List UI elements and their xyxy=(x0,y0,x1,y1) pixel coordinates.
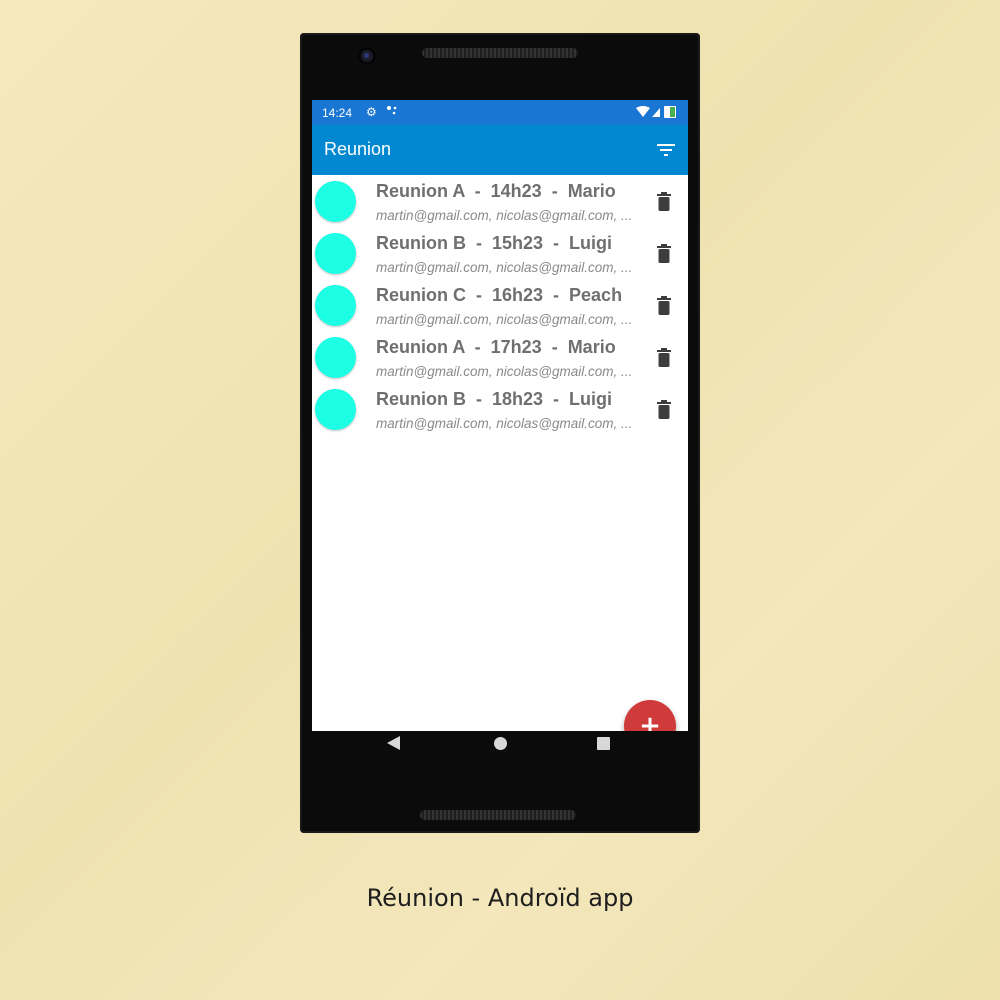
status-indicators xyxy=(634,105,680,120)
navigation-bar xyxy=(312,731,688,757)
list-item[interactable]: Reunion A - 17h23 - Mario martin@gmail.c… xyxy=(312,331,688,383)
list-item[interactable]: Reunion C - 16h23 - Peach martin@gmail.c… xyxy=(312,279,688,331)
meeting-title: Reunion B - 18h23 - Luigi xyxy=(376,389,613,409)
recent-apps-icon[interactable] xyxy=(597,737,610,750)
trash-icon xyxy=(657,400,671,419)
trash-icon xyxy=(657,244,671,263)
signal-icon xyxy=(652,108,660,117)
status-time: 14:24 xyxy=(322,106,353,120)
meeting-title: Reunion A - 17h23 - Mario xyxy=(376,337,616,357)
dots-icon xyxy=(386,104,398,119)
app-bar: Reunion xyxy=(312,125,688,175)
trash-icon xyxy=(657,296,671,315)
meeting-participants: martin@gmail.com, nicolas@gmail.com, ... xyxy=(376,260,633,275)
delete-button[interactable] xyxy=(656,244,672,264)
avatar xyxy=(315,181,356,222)
back-icon[interactable] xyxy=(387,736,400,750)
list-item[interactable]: Reunion A - 14h23 - Mario martin@gmail.c… xyxy=(312,175,688,227)
meeting-title: Reunion A - 14h23 - Mario xyxy=(376,181,616,201)
trash-icon xyxy=(657,192,671,211)
delete-button[interactable] xyxy=(656,192,672,212)
caption: Réunion - Androïd app xyxy=(366,884,634,912)
meeting-participants: martin@gmail.com, nicolas@gmail.com, ... xyxy=(376,416,633,431)
avatar xyxy=(315,233,356,274)
settings-icon: ⚙ xyxy=(366,105,377,119)
list-item[interactable]: Reunion B - 18h23 - Luigi martin@gmail.c… xyxy=(312,383,688,435)
list-item[interactable]: Reunion B - 15h23 - Luigi martin@gmail.c… xyxy=(312,227,688,279)
top-speaker xyxy=(422,48,578,58)
meeting-title: Reunion C - 16h23 - Peach xyxy=(376,285,623,305)
avatar xyxy=(315,389,356,430)
delete-button[interactable] xyxy=(656,400,672,420)
avatar xyxy=(315,285,356,326)
delete-button[interactable] xyxy=(656,348,672,368)
trash-icon xyxy=(657,348,671,367)
phone-frame: 14:24 ⚙ Reunion Reunion A - 14h23 - Mari… xyxy=(300,33,700,833)
meeting-participants: martin@gmail.com, nicolas@gmail.com, ... xyxy=(376,208,633,223)
status-bar: 14:24 ⚙ xyxy=(312,100,688,125)
home-icon[interactable] xyxy=(494,737,507,750)
wifi-icon xyxy=(636,106,650,117)
avatar xyxy=(315,337,356,378)
page-title: Reunion xyxy=(324,139,392,159)
add-meeting-button[interactable]: + xyxy=(624,700,676,731)
meeting-participants: martin@gmail.com, nicolas@gmail.com, ... xyxy=(376,312,633,327)
filter-button[interactable] xyxy=(654,138,678,162)
delete-button[interactable] xyxy=(656,296,672,316)
filter-icon xyxy=(657,144,675,156)
meeting-title: Reunion B - 15h23 - Luigi xyxy=(376,233,613,253)
meeting-participants: martin@gmail.com, nicolas@gmail.com, ... xyxy=(376,364,633,379)
bottom-speaker xyxy=(420,810,576,820)
camera-icon xyxy=(358,47,376,65)
plus-icon: + xyxy=(639,711,661,731)
phone-screen: 14:24 ⚙ Reunion Reunion A - 14h23 - Mari… xyxy=(312,100,688,731)
